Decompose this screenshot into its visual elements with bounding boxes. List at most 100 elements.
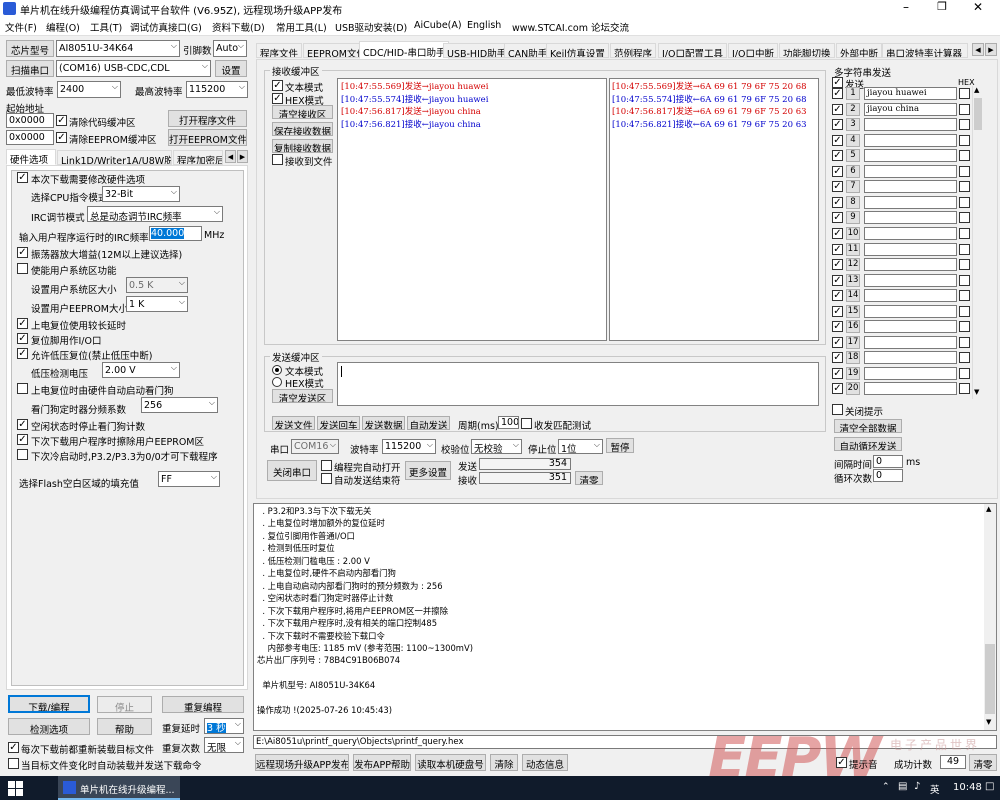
tab-ext-interrupt[interactable]: 外部中断: [836, 43, 883, 58]
min-baud-select[interactable]: 2400: [57, 81, 121, 98]
multi-row-send-button[interactable]: 4: [846, 133, 860, 147]
tab-scroll-left-icon[interactable]: ◀: [225, 150, 236, 163]
auto-end-checkbox[interactable]: [321, 473, 332, 484]
multi-row-checkbox[interactable]: ✓: [832, 367, 843, 379]
multi-row-send-button[interactable]: 18: [846, 351, 860, 365]
start-addr-input-2[interactable]: 0x0000: [6, 130, 54, 145]
erase-eeprom-checkbox[interactable]: ✓: [17, 434, 28, 445]
open-program-button[interactable]: 打开程序文件: [168, 110, 247, 127]
com-port-select[interactable]: COM16: [291, 439, 339, 454]
multi-row-send-button[interactable]: 5: [846, 149, 860, 163]
help-button[interactable]: 帮助: [97, 718, 152, 735]
network-icon[interactable]: ▤: [898, 781, 907, 792]
tx-hex-mode-radio[interactable]: [272, 377, 282, 387]
multi-row-checkbox[interactable]: ✓: [832, 336, 843, 348]
cpu-mode-select[interactable]: 32-Bit: [102, 186, 180, 202]
multi-row-send-button[interactable]: 15: [846, 304, 860, 318]
multi-row-hex-checkbox[interactable]: [959, 336, 970, 348]
menu-tools[interactable]: 工具(T): [90, 20, 122, 34]
stop-button[interactable]: 停止: [97, 696, 152, 713]
start-addr-input-1[interactable]: 0x0000: [6, 113, 54, 128]
clear-all-data-button[interactable]: 清空全部数据: [834, 419, 902, 433]
settings-button[interactable]: 设置: [215, 60, 247, 77]
multi-row-input[interactable]: [864, 320, 957, 334]
log-scroll-down-icon[interactable]: ▼: [986, 718, 991, 726]
multi-row-checkbox[interactable]: ✓: [832, 290, 843, 302]
log-output[interactable]: . P3.2和P3.3与下次下载无关 . 上电复位时增加额外的复位延时 . 复位…: [253, 503, 997, 731]
send-file-button[interactable]: 发送文件: [272, 416, 315, 430]
send-text-area[interactable]: [337, 362, 819, 406]
dynamic-info-button[interactable]: 动态信息: [522, 754, 568, 771]
tab-examples[interactable]: 范例程序: [610, 43, 657, 58]
menu-aicube[interactable]: AiCube(A): [414, 20, 462, 31]
notification-icon[interactable]: □: [985, 781, 994, 792]
p32-checkbox[interactable]: [17, 449, 28, 460]
multi-row-hex-checkbox[interactable]: [959, 212, 970, 224]
multi-row-hex-checkbox[interactable]: [959, 383, 970, 395]
multi-row-hex-checkbox[interactable]: [959, 290, 970, 302]
multi-row-checkbox[interactable]: ✓: [832, 119, 843, 131]
multi-row-send-button[interactable]: 20: [846, 382, 860, 396]
clear-log-button[interactable]: 清除: [490, 754, 518, 771]
multi-row-checkbox[interactable]: ✓: [832, 383, 843, 395]
stop-bits-select[interactable]: 1位: [558, 439, 603, 454]
multi-row-input[interactable]: [864, 180, 957, 194]
receive-text-area[interactable]: [10:47:55.569]发送→jiayou huawei [10:47:55.…: [337, 78, 607, 341]
tab-program-file[interactable]: 程序文件: [256, 43, 303, 58]
rx-text-mode-checkbox[interactable]: ✓: [272, 80, 283, 91]
multi-row-input[interactable]: [864, 335, 957, 349]
publish-app-button[interactable]: 远程现场升级APP发布: [255, 754, 349, 771]
tx-text-mode-radio[interactable]: [272, 365, 282, 375]
receive-hex-area[interactable]: [10:47:55.569]发送→6A 69 61 79 6F 75 20 68…: [609, 78, 819, 341]
menu-english[interactable]: English: [467, 20, 501, 31]
multi-row-input[interactable]: [864, 149, 957, 163]
pause-button[interactable]: 暂停: [606, 438, 634, 453]
multi-send-all-checkbox[interactable]: ✓: [832, 77, 843, 88]
log-scroll-up-icon[interactable]: ▲: [986, 505, 991, 513]
multi-row-input[interactable]: [864, 195, 957, 209]
send-enter-button[interactable]: 发送回车: [317, 416, 360, 430]
multi-row-input[interactable]: [864, 304, 957, 318]
interval-input[interactable]: 0: [873, 455, 903, 468]
multi-row-checkbox[interactable]: ✓: [832, 88, 843, 99]
multi-row-checkbox[interactable]: ✓: [832, 227, 843, 239]
multi-row-input[interactable]: [864, 366, 957, 380]
copy-receive-button[interactable]: 复制接收数据: [272, 139, 333, 153]
user-sys-checkbox[interactable]: [17, 263, 28, 274]
multi-row-checkbox[interactable]: ✓: [832, 305, 843, 317]
multi-row-hex-checkbox[interactable]: [959, 227, 970, 239]
chip-select[interactable]: AI8051U-34K64: [56, 40, 180, 57]
rx-to-file-checkbox[interactable]: [272, 154, 283, 165]
tab-can[interactable]: CAN助手: [504, 43, 552, 58]
multi-row-hex-checkbox[interactable]: [959, 150, 970, 162]
multi-row-input[interactable]: [864, 226, 957, 240]
multi-row-input[interactable]: [864, 211, 957, 225]
hw-change-checkbox[interactable]: ✓: [17, 172, 28, 183]
main-tab-left-icon[interactable]: ◀: [972, 43, 984, 56]
scroll-up-icon[interactable]: ▲: [974, 86, 979, 94]
multi-row-checkbox[interactable]: ✓: [832, 243, 843, 255]
eeprom-size-select[interactable]: 1 K: [126, 296, 188, 312]
clear-code-checkbox[interactable]: ✓: [56, 115, 67, 126]
multi-row-input[interactable]: [864, 133, 957, 147]
tab-link1d[interactable]: Link1D/Writer1A/U8W脱机: [57, 150, 172, 165]
tab-io-config[interactable]: I/O口配置工具: [658, 43, 727, 58]
menu-usb-driver[interactable]: USB驱动安装(D): [335, 20, 407, 34]
period-input[interactable]: 100: [498, 416, 519, 429]
pin-select[interactable]: Auto: [213, 40, 247, 57]
more-settings-button[interactable]: 更多设置: [405, 461, 451, 480]
multi-row-hex-checkbox[interactable]: [959, 119, 970, 131]
multi-row-send-button[interactable]: 16: [846, 320, 860, 334]
menu-website[interactable]: www.STCAI.com 论坛交流: [512, 20, 629, 34]
multi-row-input[interactable]: [864, 258, 957, 272]
lvd-voltage-select[interactable]: 2.00 V: [102, 362, 180, 378]
scroll-down-icon[interactable]: ▼: [974, 388, 979, 396]
menu-file[interactable]: 文件(F): [5, 20, 37, 34]
maximize-icon[interactable]: ❐: [928, 0, 956, 13]
auto-send-button[interactable]: 自动发送: [407, 416, 450, 430]
multi-row-send-button[interactable]: 11: [846, 242, 860, 256]
multi-row-checkbox[interactable]: ✓: [832, 259, 843, 271]
multi-row-hex-checkbox[interactable]: [959, 305, 970, 317]
clear-send-button[interactable]: 清空发送区: [272, 389, 333, 403]
reset-io-checkbox[interactable]: ✓: [17, 333, 28, 344]
